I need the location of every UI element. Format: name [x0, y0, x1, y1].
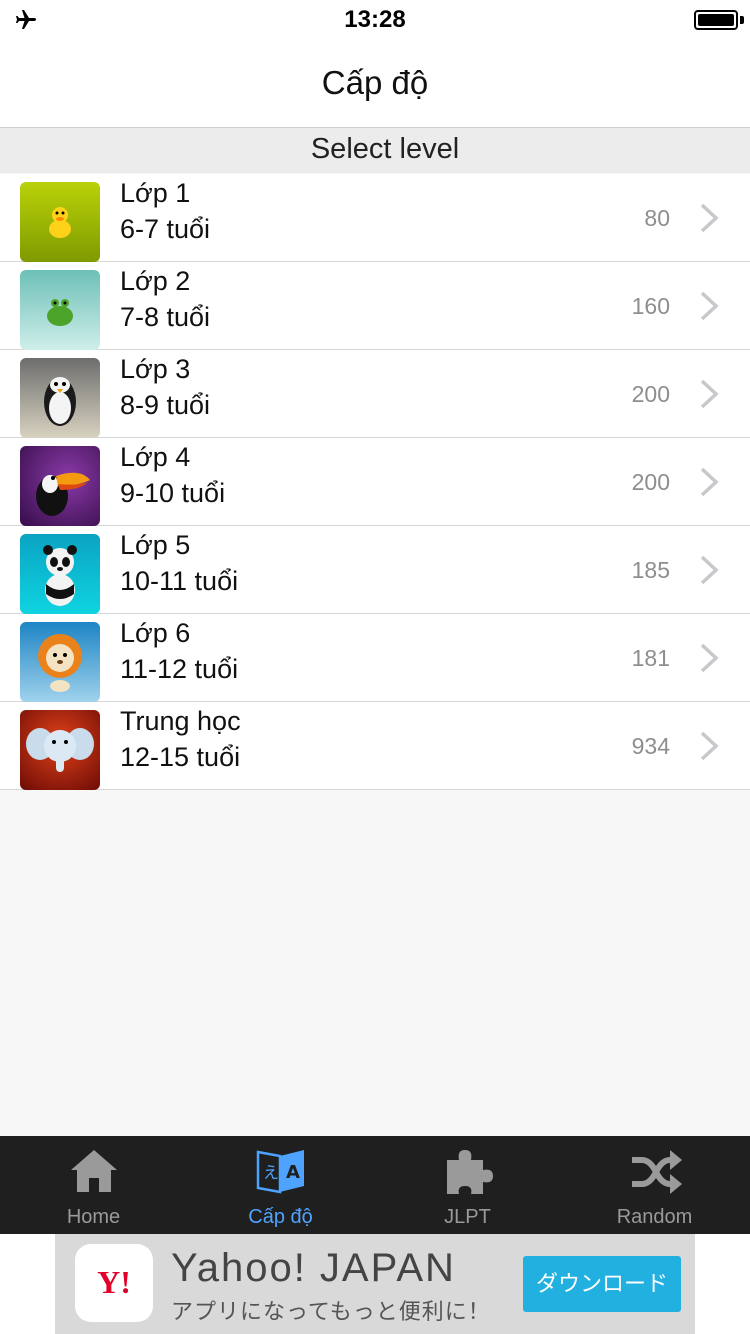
ad-download-button[interactable]: ダウンロード — [523, 1256, 681, 1312]
level-row-1[interactable]: Lớp 1 6-7 tuổi 80 — [0, 174, 750, 262]
penguin-icon — [20, 358, 100, 438]
level-row-5[interactable]: Lớp 5 10-11 tuổi 185 — [0, 526, 750, 614]
duck-icon — [20, 182, 100, 262]
level-name: Lớp 3 — [120, 354, 191, 384]
level-ages: 10-11 tuổi — [120, 566, 239, 596]
chevron-right-icon — [700, 731, 719, 761]
shuffle-icon — [632, 1150, 682, 1194]
svg-text:A: A — [286, 1162, 300, 1183]
chevron-right-icon — [700, 555, 719, 585]
level-ages: 9-10 tuổi — [120, 478, 226, 508]
tab-label: Home — [66, 1206, 121, 1228]
battery-tip — [740, 16, 744, 24]
word-count: 181 — [631, 645, 670, 671]
chevron-right-icon — [700, 379, 719, 409]
ad-banner-area: Y! Yahoo! JAPAN アプリになってもっと便利に！ ダウンロード — [0, 1234, 750, 1334]
tab-level[interactable]: え A Cấp độ — [187, 1136, 374, 1234]
translate-icon: え A — [256, 1150, 304, 1194]
chevron-right-icon — [700, 467, 719, 497]
frog-icon — [20, 270, 100, 350]
level-row-4[interactable]: Lớp 4 9-10 tuổi 200 — [0, 438, 750, 526]
ad-subtitle: アプリになってもっと便利に！ — [171, 1299, 491, 1324]
chevron-right-icon — [700, 643, 719, 673]
level-ages: 8-9 tuổi — [120, 390, 211, 420]
navigation-bar: Cấp độ — [0, 40, 750, 128]
page-title: Cấp độ — [321, 64, 429, 101]
tab-label: JLPT — [444, 1206, 491, 1228]
chevron-right-icon — [700, 203, 719, 233]
status-bar: 13:28 — [0, 0, 750, 40]
level-ages: 12-15 tuổi — [120, 742, 241, 772]
level-row-6[interactable]: Lớp 6 11-12 tuổi 181 — [0, 614, 750, 702]
level-ages: 11-12 tuổi — [120, 654, 239, 684]
word-count: 160 — [631, 293, 670, 319]
tab-jlpt[interactable]: JLPT — [374, 1136, 561, 1234]
elephant-icon — [20, 710, 100, 790]
level-name: Lớp 1 — [120, 178, 191, 208]
section-title: Select level — [310, 133, 460, 165]
level-name: Lớp 2 — [120, 266, 191, 296]
ad-banner[interactable]: Y! Yahoo! JAPAN アプリになってもっと便利に！ ダウンロード — [55, 1234, 695, 1334]
tab-bar: Home え A Cấp độ JLPT Random — [0, 1136, 750, 1234]
word-count: 185 — [631, 557, 670, 583]
tab-label: Cấp độ — [248, 1206, 313, 1228]
toucan-icon — [20, 446, 100, 526]
tab-home[interactable]: Home — [0, 1136, 187, 1234]
level-name: Trung học — [120, 706, 241, 736]
ad-title: Yahoo! JAPAN — [171, 1246, 456, 1290]
tab-label: Random — [616, 1206, 693, 1228]
svg-text:え: え — [263, 1163, 279, 1182]
level-list: Lớp 1 6-7 tuổi 80 Lớp 2 7-8 tuổi 160 Lớp… — [0, 174, 750, 790]
home-icon — [71, 1150, 117, 1192]
word-count: 80 — [644, 205, 670, 231]
chevron-right-icon — [700, 291, 719, 321]
level-ages: 7-8 tuổi — [120, 302, 211, 332]
ad-logo-text: Y! — [97, 1264, 131, 1300]
level-ages: 6-7 tuổi — [120, 214, 211, 244]
level-row-7[interactable]: Trung học 12-15 tuổi 934 — [0, 702, 750, 790]
battery-icon — [694, 10, 738, 30]
puzzle-icon — [447, 1150, 493, 1194]
word-count: 200 — [631, 469, 670, 495]
level-name: Lớp 4 — [120, 442, 191, 472]
panda-icon — [20, 534, 100, 614]
word-count: 934 — [631, 733, 670, 759]
section-header: Select level — [0, 128, 750, 173]
status-time: 13:28 — [344, 6, 406, 33]
word-count: 200 — [631, 381, 670, 407]
yahoo-logo-icon: Y! — [75, 1244, 153, 1322]
level-name: Lớp 5 — [120, 530, 191, 560]
level-row-3[interactable]: Lớp 3 8-9 tuổi 200 — [0, 350, 750, 438]
tab-random[interactable]: Random — [561, 1136, 748, 1234]
level-row-2[interactable]: Lớp 2 7-8 tuổi 160 — [0, 262, 750, 350]
lion-icon — [20, 622, 100, 702]
level-name: Lớp 6 — [120, 618, 191, 648]
